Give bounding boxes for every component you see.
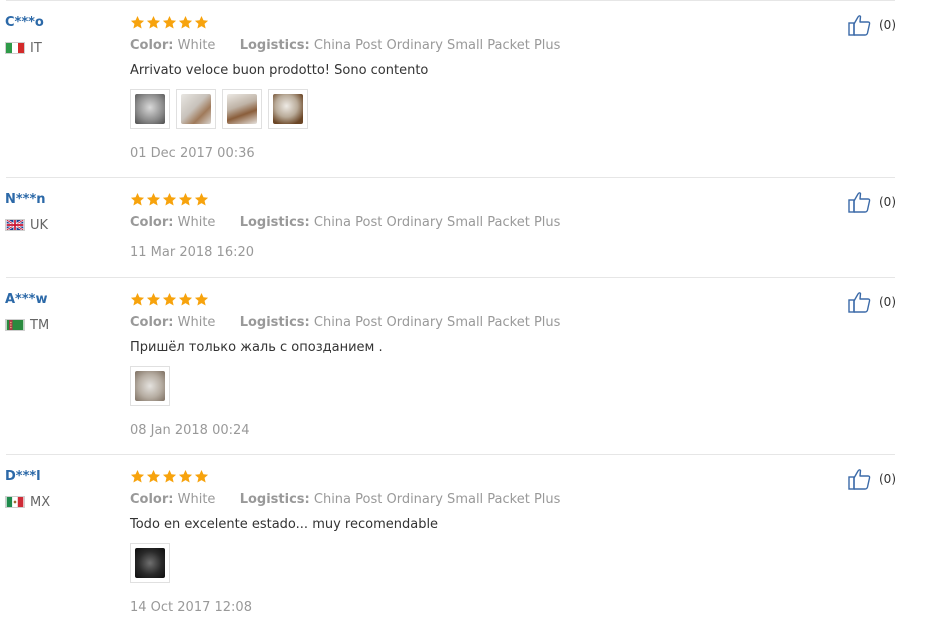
star-icon [130,15,145,29]
logistics-label: Logistics: [239,315,310,330]
country-code: MX [30,494,51,510]
star-icon [162,469,177,483]
logistics-label: Logistics: [239,492,310,507]
review-photos [130,366,170,406]
flag-italy-icon [5,42,25,54]
thumbs-up-icon [848,469,871,490]
star-icon [194,469,209,483]
reviewer-country: UK [5,217,49,233]
color-value: White [177,315,216,330]
review-photo-thumbnail[interactable] [268,89,308,129]
rating-stars [130,15,209,31]
country-code: TM [30,317,50,333]
flag-turkmenistan-icon [5,319,25,331]
helpful-count: (0) [879,295,896,309]
star-icon [162,15,177,29]
star-icon [178,292,193,306]
review-date: 01 Dec 2017 00:36 [130,146,255,161]
star-icon [162,292,177,306]
logistics-value: China Post Ordinary Small Packet Plus [313,215,561,230]
color-value: White [177,38,216,53]
star-icon [130,292,145,306]
color-label: Color: [130,38,174,53]
helpful-button[interactable]: (0) [848,14,896,36]
color-label: Color: [130,492,174,507]
review-photos [130,89,308,129]
review-date: 14 Oct 2017 12:08 [130,600,252,615]
rating-stars [130,192,209,208]
star-icon [194,15,209,29]
review-comment: Todo en excelente estado... muy recomend… [130,517,439,532]
helpful-button[interactable]: (0) [848,291,896,313]
reviewer-name[interactable]: D***l [5,469,41,484]
thumbs-up-icon [848,15,871,36]
order-attributes: Color: White Logistics: China Post Ordin… [130,492,560,507]
review-photo-thumbnail[interactable] [130,89,170,129]
review-photo-thumbnail[interactable] [130,543,170,583]
review-photo-thumbnail[interactable] [130,366,170,406]
star-icon [146,15,161,29]
star-icon [130,469,145,483]
order-attributes: Color: White Logistics: China Post Ordin… [130,38,560,53]
color-label: Color: [130,315,174,330]
review-divider [6,277,895,278]
star-icon [146,469,161,483]
star-icon [162,192,177,206]
rating-stars [130,469,209,485]
review-divider [6,177,895,178]
star-icon [178,192,193,206]
logistics-label: Logistics: [239,215,310,230]
country-code: UK [30,217,49,233]
flag-mexico-icon [5,496,25,508]
star-icon [194,292,209,306]
review-comment: Arrivato veloce buon prodotto! Sono cont… [130,63,429,78]
rating-stars [130,292,209,308]
star-icon [194,192,209,206]
order-attributes: Color: White Logistics: China Post Ordin… [130,315,560,330]
reviewer-name[interactable]: N***n [5,192,46,207]
review-divider [6,454,895,455]
review-date: 08 Jan 2018 00:24 [130,423,250,438]
top-divider [6,0,895,1]
logistics-value: China Post Ordinary Small Packet Plus [313,315,561,330]
helpful-count: (0) [879,472,896,486]
review-photo-thumbnail[interactable] [222,89,262,129]
reviewer-name[interactable]: C***o [5,15,44,30]
order-attributes: Color: White Logistics: China Post Ordin… [130,215,560,230]
star-icon [130,192,145,206]
reviewer-country: IT [5,40,42,56]
logistics-value: China Post Ordinary Small Packet Plus [313,492,561,507]
color-label: Color: [130,215,174,230]
country-code: IT [30,40,42,56]
helpful-button[interactable]: (0) [848,468,896,490]
star-icon [146,292,161,306]
review-photo-thumbnail[interactable] [176,89,216,129]
star-icon [146,192,161,206]
thumbs-up-icon [848,292,871,313]
star-icon [178,15,193,29]
helpful-count: (0) [879,195,896,209]
review-date: 11 Mar 2018 16:20 [130,245,255,260]
reviewer-name[interactable]: A***w [5,292,47,307]
review-comment: Пришёл только жаль с опозданием . [130,340,383,355]
helpful-count: (0) [879,18,896,32]
reviewer-country: MX [5,494,51,510]
review-photos [130,543,170,583]
thumbs-up-icon [848,192,871,213]
logistics-label: Logistics: [239,38,310,53]
logistics-value: China Post Ordinary Small Packet Plus [313,38,561,53]
helpful-button[interactable]: (0) [848,191,896,213]
flag-uk-icon [5,219,25,231]
reviewer-country: TM [5,317,50,333]
color-value: White [177,492,216,507]
color-value: White [177,215,216,230]
star-icon [178,469,193,483]
